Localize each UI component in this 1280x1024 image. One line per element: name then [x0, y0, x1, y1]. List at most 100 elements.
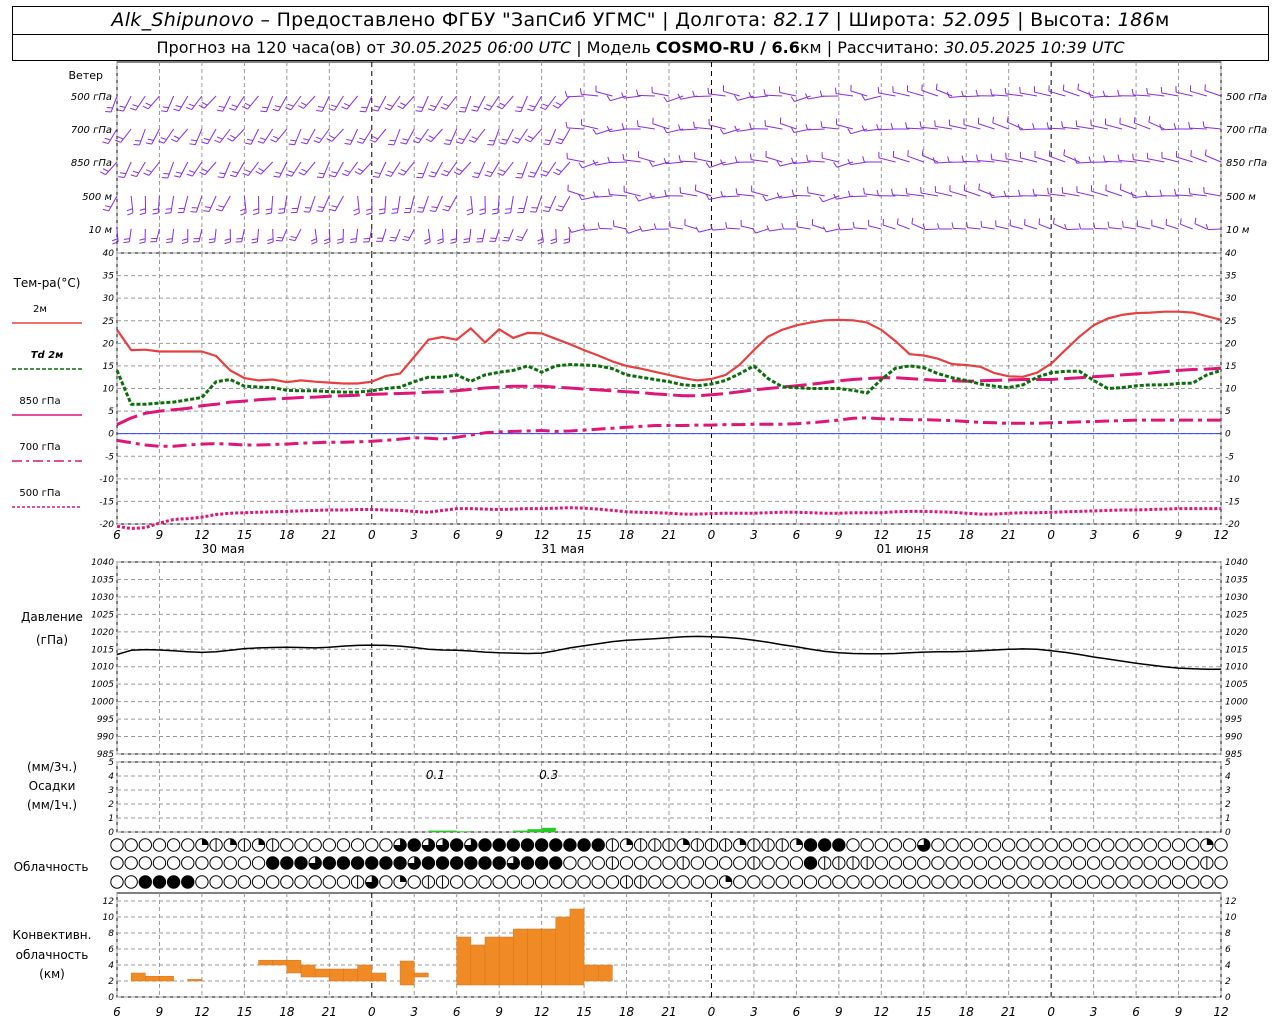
convective-bar	[145, 975, 160, 982]
cloud-circle-fill	[804, 838, 817, 852]
convective-bar	[413, 972, 429, 978]
cloud-circle	[449, 875, 464, 889]
cloud-circle	[1143, 856, 1157, 870]
wind-barb	[1053, 223, 1066, 230]
wind-barb-flag	[537, 238, 544, 242]
wind-barb	[291, 161, 302, 177]
wind-barb-flag	[119, 105, 126, 108]
temperature-tick-left: -10	[99, 475, 114, 485]
cloud-circle-fill	[683, 838, 690, 845]
cloud-circle-fill	[478, 838, 492, 852]
wind-barb	[684, 224, 698, 230]
run-time: 30.05.2025 06:00 UTC	[390, 38, 572, 57]
pressure-title: Давление	[21, 610, 83, 624]
wind-barb-flag	[1088, 156, 1092, 163]
cloud-circle	[1214, 856, 1228, 870]
convective-title: Конвективн.	[13, 928, 92, 942]
wind-barb	[780, 122, 797, 130]
temperature-hour-tick: 9	[156, 528, 164, 542]
wind-barb	[922, 154, 939, 163]
cloud-circle	[888, 856, 903, 870]
wind-barb	[520, 95, 528, 112]
convective-hour-tick: 18	[279, 1005, 295, 1019]
wind-barb-flag	[621, 123, 625, 130]
wind-barb-flag	[164, 212, 172, 214]
wind-barb-flag	[463, 238, 470, 241]
wind-barb-flag	[503, 236, 510, 239]
wind-barb-flag	[130, 174, 137, 178]
pressure-tick-right: 1005	[1225, 680, 1248, 690]
altitude-unit: м	[1154, 9, 1170, 31]
convective-hour-tick: 0	[1047, 1005, 1055, 1019]
wind-barb	[421, 95, 429, 112]
wind-barb	[1108, 227, 1122, 230]
temperature-hour-tick: 3	[750, 528, 758, 542]
wind-barb	[1034, 91, 1052, 97]
precip-title: Осадки	[29, 779, 76, 793]
wind-barb	[381, 228, 387, 242]
precip-bar	[456, 831, 471, 832]
precip-tick-right: 3	[1225, 786, 1231, 796]
cloud-circle-fill	[478, 856, 492, 870]
temperature-legend-label: Td 2м	[31, 350, 64, 361]
cloud-circle-fill	[266, 856, 279, 870]
wind-barb-flag	[275, 171, 282, 174]
cloud-circle	[1143, 875, 1157, 889]
wind-barb-flag	[209, 238, 216, 241]
cloud-circle	[1129, 838, 1143, 852]
wind-barb	[271, 195, 274, 213]
cloud-circle-fill	[450, 838, 463, 852]
wind-barb-flag	[129, 107, 136, 111]
cloud-circle	[973, 875, 988, 889]
wind-barb-flag	[163, 172, 170, 175]
wind-barb-flag	[458, 137, 465, 141]
wind-barb-flag	[145, 142, 152, 145]
wind-barb-flag	[361, 106, 368, 109]
wind-barb-flag	[102, 208, 109, 212]
wind-barb-flag	[274, 105, 281, 108]
wind-barb-flag	[353, 212, 360, 216]
wind-barb	[265, 95, 274, 112]
wind-barb-flag	[219, 172, 226, 175]
convective-tick-left: 2	[108, 977, 114, 987]
wind-barb-flag	[579, 88, 582, 95]
wind-barb	[698, 228, 712, 233]
wind-barb	[878, 92, 896, 97]
latitude-label: | Широта:	[829, 9, 943, 31]
temperature-tick-left: 5	[108, 407, 114, 417]
cloud-circle	[1115, 838, 1129, 852]
wind-barb	[723, 90, 740, 97]
wind-barb	[394, 228, 401, 242]
wind-barb-flag	[261, 106, 268, 109]
wind-barb	[712, 228, 726, 231]
wind-barb-flag	[543, 143, 550, 146]
convective-hour-tick: 15	[237, 1005, 252, 1019]
wind-barb	[347, 161, 359, 177]
convective-hour-tick: 18	[959, 1005, 975, 1019]
wind-barb-flag	[1194, 217, 1197, 224]
wind-barb-flag	[445, 139, 452, 142]
wind-barb	[204, 161, 217, 176]
cloud-circle	[1171, 875, 1186, 889]
cloud-circle	[761, 856, 775, 870]
wind-barb-flag	[537, 241, 544, 245]
altitude-value: 186	[1117, 9, 1155, 31]
wind-barb-flag	[763, 89, 766, 96]
wind-barb	[405, 128, 415, 145]
wind-barb-flag	[622, 153, 625, 160]
wind-barb-flag	[231, 104, 238, 108]
wind-barb-flag	[735, 188, 738, 195]
wind-barb-flag	[429, 210, 436, 213]
wind-barb-flag	[491, 212, 499, 215]
cloud-circle	[506, 875, 521, 889]
wind-barb	[192, 161, 203, 177]
convective-hour-tick: 6	[1132, 1005, 1140, 1019]
wind-barb-flag	[1160, 87, 1163, 94]
wind-barb-flag	[181, 238, 188, 241]
wind-barb-flag	[204, 206, 211, 209]
wind-barb	[978, 189, 995, 197]
cloud-circle	[138, 856, 153, 870]
wind-barb-flag	[695, 226, 700, 233]
wind-barb	[250, 128, 259, 145]
wind-barb-flag	[934, 120, 936, 127]
